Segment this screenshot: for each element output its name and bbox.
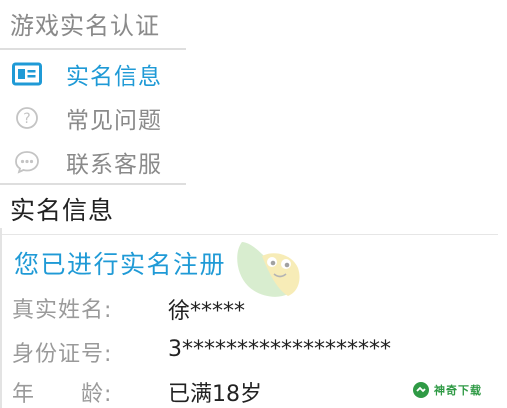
chat-icon [12,149,42,175]
brand-text: 神奇下载 [434,384,482,397]
app-title: 游戏实名认证 [10,12,160,40]
info-value-age: 已满18岁 [168,382,262,407]
verification-status-heading: 您已进行实名注册 [14,250,227,279]
info-label-id-number: 身份证号: [12,342,113,367]
menu-label-faq: 常见问题 [66,108,162,134]
section-title: 实名信息 [10,196,115,225]
question-icon: ? [12,105,42,131]
menu-item-realname-info[interactable]: 实名信息 [0,54,186,94]
brand-watermark: 神奇下载 [412,378,504,402]
content-left-border [0,228,7,408]
svg-text:?: ? [23,111,30,127]
id-card-icon [12,61,42,87]
menu-label-contact-support: 联系客服 [66,152,162,178]
info-value-real-name: 徐***** [168,299,246,324]
brand-logo-icon [413,382,429,398]
menu-item-contact-support[interactable]: 联系客服 [0,142,186,182]
title-divider [0,48,186,50]
info-label-real-name: 真实姓名: [12,298,113,323]
info-label-age: 年 龄: [12,382,113,407]
menu-divider [0,183,186,185]
menu-label-realname-info: 实名信息 [66,64,162,90]
info-value-id-number: 3******************* [168,337,391,362]
menu-item-faq[interactable]: ? 常见问题 [0,98,186,138]
realname-auth-page: 游戏实名认证 实名信息 ? 常见问题 联系客服 实名信息 您已进行实名注册 真实… [0,0,507,408]
